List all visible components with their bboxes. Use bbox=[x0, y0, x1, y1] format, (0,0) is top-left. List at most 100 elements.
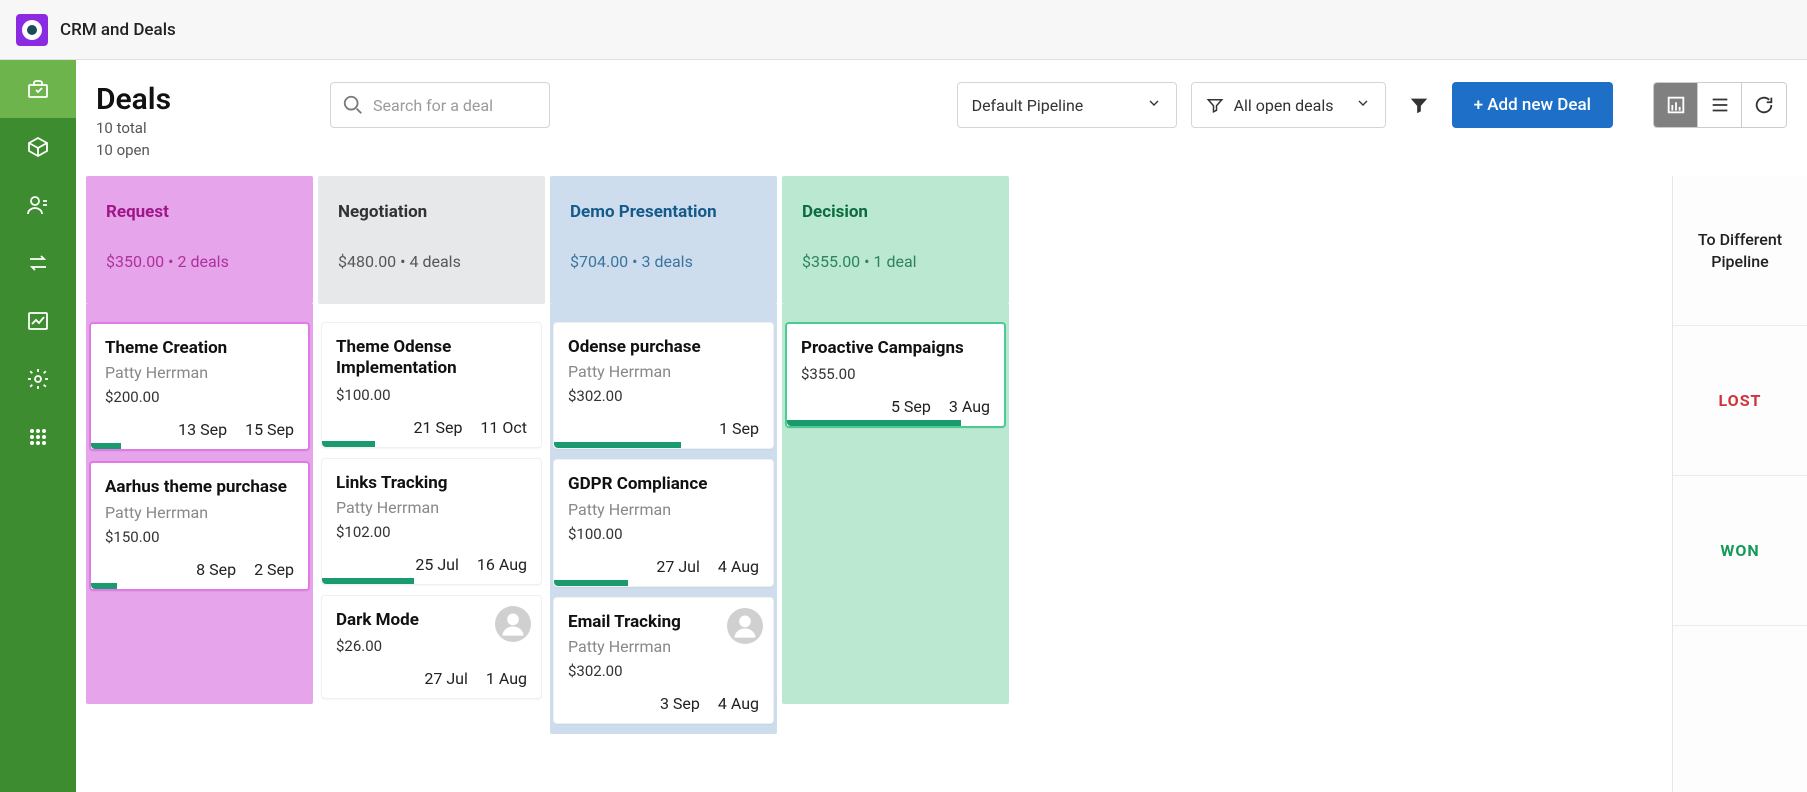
deal-progress bbox=[554, 580, 628, 586]
view-list-button[interactable] bbox=[1698, 83, 1742, 127]
stage-name: Negotiation bbox=[338, 202, 525, 222]
deal-dates: 8 Sep 2 Sep bbox=[105, 560, 294, 579]
deal-card[interactable]: Links TrackingPatty Herrman$102.0025 Jul… bbox=[321, 458, 542, 585]
stage-header[interactable]: Request $350.00 • 2 deals bbox=[86, 176, 313, 304]
deal-owner: Patty Herrman bbox=[105, 363, 294, 382]
add-deal-label: + Add new Deal bbox=[1474, 95, 1591, 115]
app-logo bbox=[16, 14, 48, 46]
deal-card[interactable]: Proactive Campaigns $355.00 5 Sep 3 Aug bbox=[785, 322, 1006, 428]
deal-dates: 1 Sep bbox=[568, 419, 759, 438]
deal-date-2: 11 Oct bbox=[480, 418, 527, 437]
deal-card[interactable]: Odense purchasePatty Herrman$302.001 Sep bbox=[553, 322, 774, 449]
search-icon bbox=[342, 94, 364, 116]
deal-card[interactable]: GDPR Compliance Patty Herrman $100.00 27 Ju… bbox=[553, 459, 774, 586]
deal-amount: $150.00 bbox=[105, 528, 294, 546]
deal-date-2: 3 Aug bbox=[949, 397, 990, 416]
page-header: Deals 10 total 10 open Default Pipeline bbox=[76, 60, 1807, 176]
deal-date-1: 25 Jul bbox=[415, 555, 459, 574]
refresh-button[interactable] bbox=[1742, 83, 1786, 127]
deal-amount: $102.00 bbox=[336, 523, 527, 541]
box-icon bbox=[26, 135, 50, 159]
sidebar-item-contacts[interactable] bbox=[0, 176, 76, 234]
deal-card[interactable]: Aarhus theme purchase Patty Herrman $150.0… bbox=[89, 461, 310, 590]
deal-amount: $100.00 bbox=[568, 525, 759, 543]
stage-header[interactable]: Negotiation $480.00 • 4 deals bbox=[318, 176, 545, 304]
deal-date-2: 4 Aug bbox=[718, 557, 759, 576]
pipeline-select-label: Default Pipeline bbox=[972, 96, 1084, 115]
sidebar-item-deals[interactable] bbox=[0, 60, 76, 118]
stage-body: Theme Odense Implementation$100.0021 Sep… bbox=[318, 304, 545, 709]
stage-column: Request $350.00 • 2 deals Theme Creation Pa… bbox=[86, 176, 313, 704]
stage-column: Negotiation$480.00 • 4 dealsTheme Odense… bbox=[318, 176, 545, 709]
deal-amount: $355.00 bbox=[801, 365, 990, 383]
deal-owner: Patty Herrman bbox=[568, 500, 759, 519]
deal-title: Odense purchase bbox=[568, 337, 759, 358]
deal-filter-select[interactable]: All open deals bbox=[1191, 82, 1386, 128]
stage-name: Request bbox=[106, 202, 293, 222]
deal-amount: $26.00 bbox=[336, 637, 527, 655]
stage-header[interactable]: Demo Presentation$704.00 • 3 deals bbox=[550, 176, 777, 304]
stage-summary: $480.00 • 4 deals bbox=[338, 252, 525, 271]
chart-icon bbox=[26, 309, 50, 333]
deal-date-2: 1 Sep bbox=[719, 419, 759, 438]
deal-date-1: 21 Sep bbox=[414, 418, 463, 437]
deal-progress bbox=[322, 441, 375, 447]
page-total: 10 total bbox=[96, 119, 316, 139]
sidebar-item-analytics[interactable] bbox=[0, 292, 76, 350]
deal-date-2: 16 Aug bbox=[477, 555, 527, 574]
deal-date-1: 13 Sep bbox=[178, 420, 227, 439]
deal-date-1: 8 Sep bbox=[196, 560, 236, 579]
deal-card[interactable]: Email TrackingPatty Herrman$302.003 Sep4… bbox=[553, 597, 774, 724]
deal-date-2: 2 Sep bbox=[254, 560, 294, 579]
transfer-icon bbox=[26, 251, 50, 275]
deal-progress bbox=[91, 583, 117, 589]
stage-name: Decision bbox=[802, 202, 989, 222]
add-deal-button[interactable]: + Add new Deal bbox=[1452, 82, 1613, 128]
deal-card[interactable]: Theme Odense Implementation$100.0021 Sep… bbox=[321, 322, 542, 448]
deal-title: Theme Creation bbox=[105, 338, 294, 359]
deal-title: GDPR Compliance bbox=[568, 474, 759, 495]
stage-column: Decision$355.00 • 1 deal Proactive Campai… bbox=[782, 176, 1009, 704]
deal-owner: Patty Herrman bbox=[105, 503, 294, 522]
drop-to-pipeline[interactable]: To Different Pipeline bbox=[1673, 176, 1807, 326]
stage-body: Odense purchase Patty Herrman $302.00 1 Sep… bbox=[550, 304, 777, 734]
pipeline-select[interactable]: Default Pipeline bbox=[957, 82, 1177, 128]
filter-button[interactable] bbox=[1400, 82, 1438, 128]
deal-title: Links Tracking bbox=[336, 473, 527, 494]
deal-amount: $100.00 bbox=[336, 386, 527, 404]
kanban-board: Request $350.00 • 2 deals Theme Creation Pa… bbox=[76, 176, 1672, 792]
deal-date-1: 27 Jul bbox=[424, 669, 468, 688]
stage-header[interactable]: Decision$355.00 • 1 deal bbox=[782, 176, 1009, 304]
drop-lost[interactable]: LOST bbox=[1673, 326, 1807, 476]
deal-dates: 3 Sep4 Aug bbox=[568, 694, 759, 713]
gear-icon bbox=[26, 367, 50, 391]
deal-progress bbox=[322, 578, 414, 584]
chevron-down-icon bbox=[1146, 95, 1162, 115]
deal-title: Aarhus theme purchase bbox=[105, 477, 294, 498]
deal-card[interactable]: Theme CreationPatty Herrman$200.0013 Sep… bbox=[89, 322, 310, 451]
stage-body: Proactive Campaigns $355.00 5 Sep 3 Aug bbox=[782, 304, 1009, 704]
sidebar-item-settings[interactable] bbox=[0, 350, 76, 408]
deal-dates: 27 Jul4 Aug bbox=[568, 557, 759, 576]
deal-date-1: 5 Sep bbox=[891, 397, 931, 416]
deal-owner: Patty Herrman bbox=[568, 637, 759, 656]
deal-card[interactable]: Dark Mode$26.0027 Jul1 Aug bbox=[321, 595, 542, 699]
stage-column: Demo Presentation$704.00 • 3 dealsOdense… bbox=[550, 176, 777, 734]
deal-date-2: 4 Aug bbox=[718, 694, 759, 713]
view-board-button[interactable] bbox=[1654, 83, 1698, 127]
drop-won[interactable]: WON bbox=[1673, 476, 1807, 626]
sidebar-item-transfer[interactable] bbox=[0, 234, 76, 292]
deal-dates: 21 Sep 11 Oct bbox=[336, 418, 527, 437]
page-open: 10 open bbox=[96, 141, 316, 161]
stage-summary: $350.00 • 2 deals bbox=[106, 252, 293, 271]
avatar bbox=[495, 606, 531, 642]
sidebar-item-apps[interactable] bbox=[0, 408, 76, 466]
app-titlebar: CRM and Deals bbox=[0, 0, 1807, 60]
app-title: CRM and Deals bbox=[60, 20, 176, 40]
sidebar-item-products[interactable] bbox=[0, 118, 76, 176]
chevron-down-icon bbox=[1355, 95, 1371, 115]
person-icon bbox=[26, 193, 50, 217]
deal-title: Proactive Campaigns bbox=[801, 338, 990, 359]
deal-progress bbox=[554, 442, 681, 448]
deal-amount: $302.00 bbox=[568, 387, 759, 405]
